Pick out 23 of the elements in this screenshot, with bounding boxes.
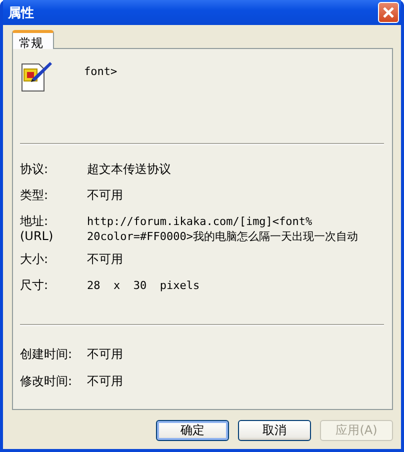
property-label: 地址: (20, 214, 50, 229)
property-value: 不可用 (87, 188, 124, 203)
dialog-button[interactable]: 取消 (238, 420, 311, 441)
time-label: 修改时间: (20, 374, 74, 389)
property-label: 大小: (20, 252, 50, 267)
close-button[interactable] (378, 2, 399, 23)
window-title: 属性 (8, 4, 34, 22)
time-value: 不可用 (87, 347, 124, 362)
tab[interactable]: 常规 (12, 30, 54, 49)
property-label: 尺寸: (20, 278, 50, 293)
property-sublabel: (URL) (20, 229, 54, 244)
property-label: 协议: (20, 162, 50, 177)
property-value: 不可用 (87, 252, 124, 267)
close-icon (382, 6, 395, 19)
property-value: http://forum.ikaka.com/[img]<font% 20color=#FF0000>我的电脑怎么隔一天出现一次自动 (87, 214, 359, 244)
property-label: 类型: (20, 188, 50, 203)
dialog-button[interactable]: 确定 (156, 420, 229, 441)
time-label: 创建时间: (20, 347, 74, 362)
property-value: 28 x 30 pixels (87, 278, 201, 293)
property-value: 超文本传送协议 (87, 162, 172, 177)
image-file-icon (20, 59, 54, 93)
file-name: font> (84, 65, 118, 78)
time-value: 不可用 (87, 374, 124, 389)
